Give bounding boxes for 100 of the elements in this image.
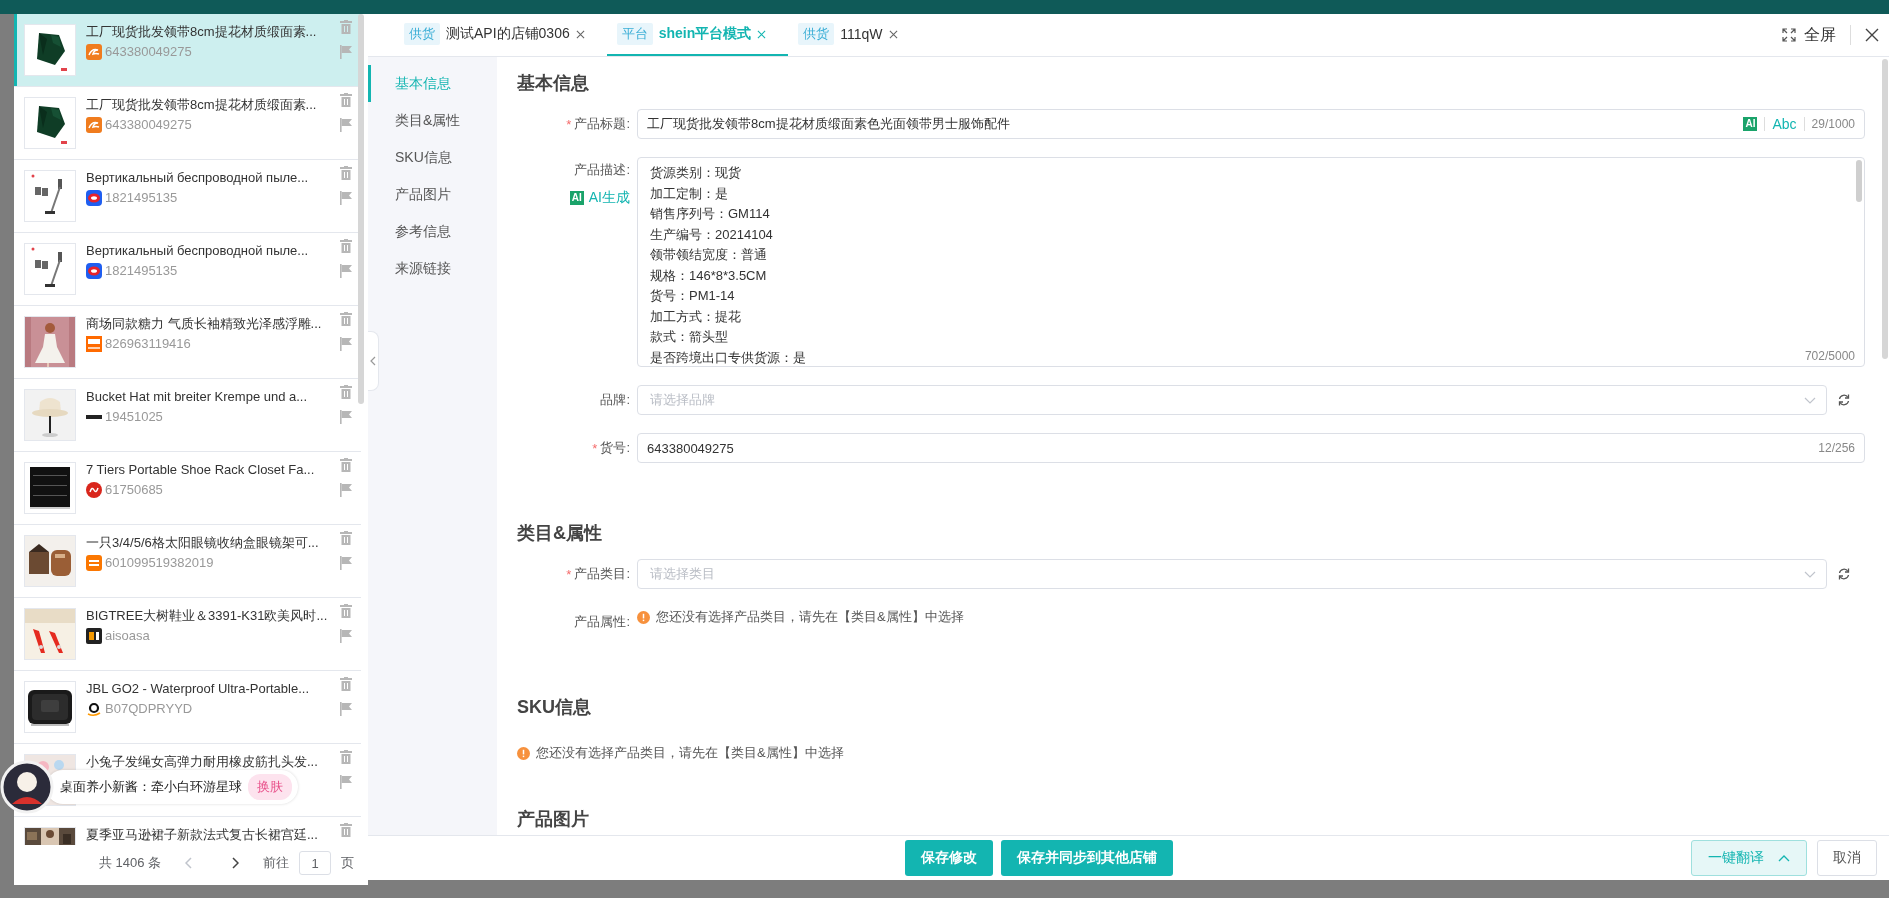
flag-icon[interactable]: [340, 264, 352, 278]
source-logo-icon: [86, 700, 102, 717]
tab-label: shein平台模式: [658, 25, 752, 43]
field-label: 产品类目:: [574, 565, 630, 583]
avatar-icon: [0, 760, 54, 814]
delete-icon[interactable]: [340, 385, 352, 399]
section-heading: 类目&属性: [517, 522, 603, 545]
collapse-handle[interactable]: [368, 331, 379, 391]
store-tab[interactable]: 供货 测试API的店铺0306: [394, 14, 607, 56]
flag-icon[interactable]: [340, 191, 352, 205]
goto-label: 前往: [263, 854, 289, 872]
flag-icon[interactable]: [340, 118, 352, 132]
next-page-icon[interactable]: [231, 857, 239, 869]
product-code: 826963119416: [105, 335, 191, 352]
delete-icon[interactable]: [340, 239, 352, 253]
cancel-button[interactable]: 取消: [1817, 840, 1877, 876]
product-title: 商场同款糖力 气质长袖精致光泽感浮雕...: [86, 315, 322, 332]
field-label: 产品属性:: [574, 613, 630, 631]
source-logo-icon: [86, 554, 102, 571]
delete-icon[interactable]: [340, 604, 352, 618]
delete-icon[interactable]: [340, 531, 352, 545]
pet-widget-text: 桌面养小新酱：牵小白环游星球: [60, 778, 242, 796]
close-icon[interactable]: [888, 29, 898, 39]
fullscreen-icon[interactable]: [1782, 28, 1796, 42]
tab-label: 111qW: [840, 26, 883, 42]
field-label: 品牌:: [600, 391, 630, 409]
flag-icon[interactable]: [340, 629, 352, 643]
ai-badge: AI: [569, 191, 584, 205]
section-nav-item[interactable]: 参考信息: [368, 213, 497, 250]
source-logo-icon: [86, 262, 102, 279]
product-list-item[interactable]: Вертикальный беспроводной пыле... 1821495135: [14, 160, 361, 233]
source-logo-icon: [86, 116, 102, 133]
product-list-item[interactable]: 一只3/4/5/6格太阳眼镜收纳盒眼镜架可... 601099519382019: [14, 525, 361, 598]
close-icon[interactable]: [575, 29, 585, 39]
previous-page-icon[interactable]: [185, 857, 193, 869]
page-unit: 页: [341, 854, 354, 872]
page-input[interactable]: 1: [299, 851, 331, 875]
product-title: JBL GO2 - Waterproof Ultra-Portable...: [86, 680, 309, 697]
product-title: 工厂现货批发领带8cm提花材质缎面素...: [86, 96, 317, 113]
section-heading: 基本信息: [517, 72, 590, 95]
product-list-item[interactable]: Вертикальный беспроводной пыле... 1821495135: [14, 233, 361, 306]
product-code: 643380049275: [105, 116, 192, 133]
product-code: 601099519382019: [105, 554, 214, 571]
product-title: 工厂现货批发领带8cm提花材质缎面素...: [86, 23, 317, 40]
total-count: 共 1406 条: [98, 854, 161, 872]
delete-icon[interactable]: [340, 312, 352, 326]
product-code: 1821495135: [105, 262, 178, 279]
delete-icon[interactable]: [340, 20, 352, 34]
section-nav-item[interactable]: SKU信息: [368, 139, 497, 176]
fullscreen-button[interactable]: 全屏: [1804, 24, 1836, 46]
product-list-item[interactable]: 工厂现货批发领带8cm提花材质缎面素... 643380049275: [14, 14, 361, 87]
section-nav-item[interactable]: 来源链接: [368, 250, 497, 287]
notice-text: 您还没有选择产品类目，请先在【类目&属性】中选择: [536, 744, 844, 762]
required-mark: *: [566, 116, 572, 132]
character-count: 29/1000: [1811, 117, 1855, 131]
tab-tag: 供货: [404, 23, 440, 45]
delete-icon[interactable]: [340, 458, 352, 472]
delete-icon[interactable]: [340, 750, 352, 764]
product-title: Bucket Hat mit breiter Krempe und a...: [86, 388, 308, 405]
flag-icon[interactable]: [340, 337, 352, 351]
delete-icon[interactable]: [340, 677, 352, 691]
warning-icon: [517, 746, 530, 760]
close-icon[interactable]: [1865, 28, 1879, 42]
flag-icon[interactable]: [340, 483, 352, 497]
product-code: 643380049275: [105, 43, 192, 60]
dropdown-caret-icon[interactable]: [1804, 396, 1816, 404]
flag-icon[interactable]: [340, 45, 352, 59]
required-mark: *: [566, 566, 572, 582]
product-code: 19451025: [105, 408, 163, 425]
product-list-item[interactable]: 7 Tiers Portable Shoe Rack Closet Fa... 61750685: [14, 452, 361, 525]
flag-icon[interactable]: [340, 556, 352, 570]
delete-icon[interactable]: [340, 823, 352, 837]
field-label: 货号:: [600, 439, 630, 457]
product-list-item[interactable]: Bucket Hat mit breiter Krempe und a... 19451025: [14, 379, 361, 452]
dropdown-caret-icon[interactable]: [1804, 570, 1816, 578]
refresh-icon[interactable]: [1837, 567, 1851, 581]
product-code: B07QDPRYYD: [105, 700, 193, 717]
product-list-item[interactable]: 商场同款糖力 气质长袖精致光泽感浮雕... 826963119416: [14, 306, 361, 379]
flag-icon[interactable]: [340, 775, 352, 789]
delete-icon[interactable]: [340, 93, 352, 107]
section-nav-item[interactable]: 产品图片: [368, 176, 497, 213]
section-nav-item[interactable]: 类目&属性: [368, 102, 497, 139]
character-count: 702/5000: [1804, 349, 1855, 363]
product-list-item[interactable]: JBL GO2 - Waterproof Ultra-Portable... B07QDPRYYD: [14, 671, 361, 744]
source-logo-icon: [86, 189, 102, 206]
store-tab[interactable]: 供货 111qW: [788, 14, 920, 56]
character-count: 12/256: [1818, 441, 1855, 455]
text-field[interactable]: 643380049275 12/256: [637, 433, 1865, 463]
flag-icon[interactable]: [340, 410, 352, 424]
section-heading: 产品图片: [517, 808, 590, 831]
product-title: 夏季亚马逊裙子新款法式复古长裙宫廷...: [86, 826, 318, 843]
product-list-item[interactable]: BIGTREE大树鞋业＆3391-K31欧美风时... aisoasa: [14, 598, 361, 671]
delete-icon[interactable]: [340, 166, 352, 180]
source-logo-icon: [86, 481, 102, 498]
field-label: 产品标题:: [574, 115, 630, 133]
required-mark: *: [592, 440, 598, 456]
refresh-icon[interactable]: [1837, 393, 1851, 407]
flag-icon[interactable]: [340, 702, 352, 716]
product-list-item[interactable]: 工厂现货批发领带8cm提花材质缎面素... 643380049275: [14, 87, 361, 160]
product-title: Вертикальный беспроводной пыле...: [86, 242, 309, 259]
